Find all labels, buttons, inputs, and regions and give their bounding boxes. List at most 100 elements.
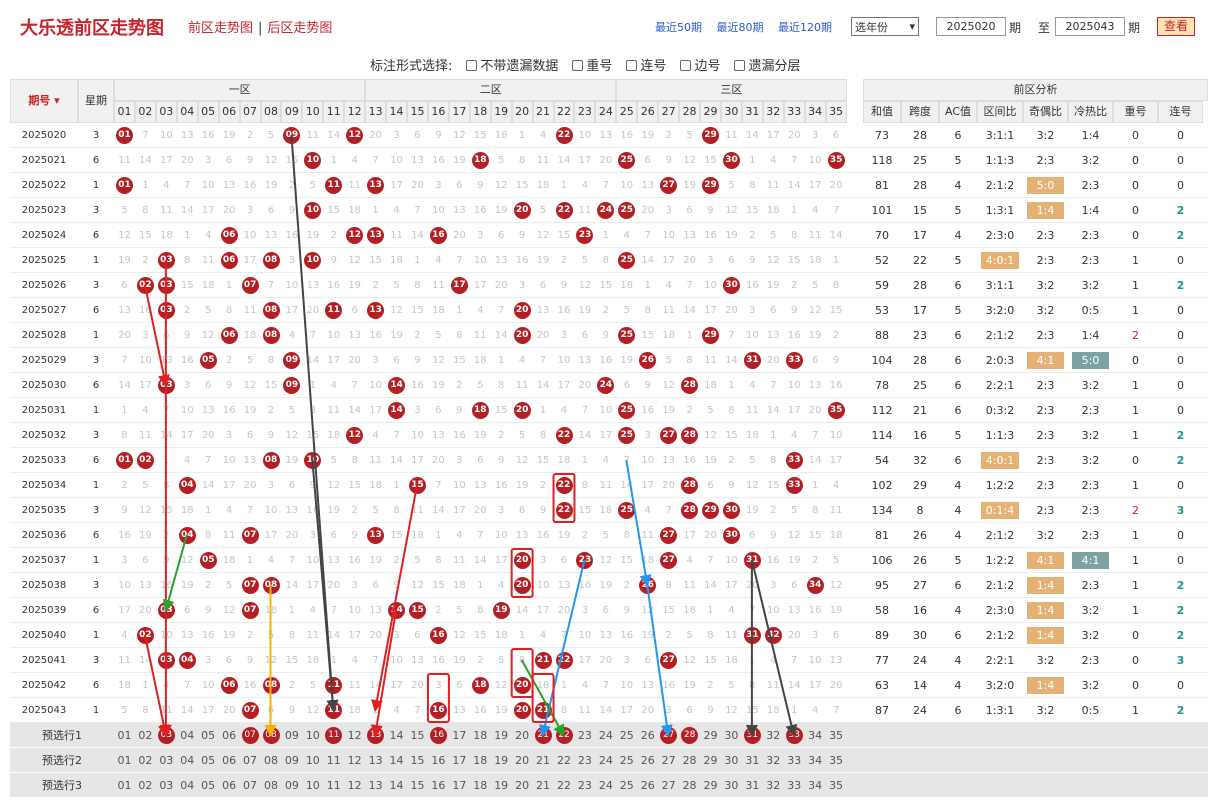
- preselect-ball[interactable]: 03: [157, 727, 175, 744]
- preselect-ball[interactable]: 21: [534, 727, 552, 744]
- preselect-number[interactable]: 12: [344, 723, 365, 748]
- preselect-number[interactable]: 07: [240, 773, 261, 798]
- preselect-number[interactable]: 06: [219, 773, 240, 798]
- preselect-ball[interactable]: 08: [262, 727, 280, 744]
- preselect-number[interactable]: 14: [386, 723, 407, 748]
- preselect-number[interactable]: 35: [826, 723, 847, 748]
- preselect-number[interactable]: 15: [407, 723, 428, 748]
- preselect-ball[interactable]: 27: [660, 727, 678, 744]
- preselect-number[interactable]: 15: [407, 773, 428, 798]
- preselect-number[interactable]: 01: [114, 748, 135, 773]
- preselect-number[interactable]: 10: [302, 773, 323, 798]
- preselect-number[interactable]: 23: [574, 748, 595, 773]
- preselect-number[interactable]: 35: [826, 748, 847, 773]
- preselect-number[interactable]: 33: [784, 773, 805, 798]
- preselect-number[interactable]: 29: [700, 723, 721, 748]
- preselect-number[interactable]: 19: [491, 723, 512, 748]
- preselect-number[interactable]: 07: [240, 748, 261, 773]
- preselect-number[interactable]: 21: [533, 748, 554, 773]
- preselect-number[interactable]: 03: [156, 773, 177, 798]
- preselect-number[interactable]: 10: [302, 748, 323, 773]
- option-repeat[interactable]: 重号: [572, 55, 612, 74]
- preselect-ball[interactable]: 22: [555, 727, 573, 744]
- preselect-number[interactable]: 30: [721, 723, 742, 748]
- preselect-number[interactable]: 20: [512, 773, 533, 798]
- preselect-number[interactable]: 05: [198, 723, 219, 748]
- preselect-number[interactable]: 29: [700, 748, 721, 773]
- preselect-number[interactable]: 31: [742, 773, 763, 798]
- preselect-number[interactable]: 30: [721, 773, 742, 798]
- preselect-number[interactable]: 06: [219, 723, 240, 748]
- preselect-number[interactable]: 09: [281, 773, 302, 798]
- preselect-number[interactable]: 06: [219, 748, 240, 773]
- preselect-number[interactable]: 32: [763, 773, 784, 798]
- preselect-number[interactable]: 32: [763, 723, 784, 748]
- preselect-number[interactable]: 09: [281, 748, 302, 773]
- preselect-number[interactable]: 16: [428, 748, 449, 773]
- preselect-number[interactable]: 30: [721, 748, 742, 773]
- preselect-number[interactable]: 25: [616, 773, 637, 798]
- preselect-number[interactable]: 25: [616, 748, 637, 773]
- preselect-number[interactable]: 24: [595, 748, 616, 773]
- preselect-number[interactable]: 18: [470, 773, 491, 798]
- preselect-number[interactable]: 25: [616, 723, 637, 748]
- front-zone-link[interactable]: 前区走势图: [188, 21, 253, 36]
- preselect-number[interactable]: 05: [198, 773, 219, 798]
- preselect-number[interactable]: 32: [763, 748, 784, 773]
- preselect-ball[interactable]: 13: [367, 727, 385, 744]
- preselect-number[interactable]: 11: [323, 773, 344, 798]
- period-header[interactable]: 期号 ▾: [10, 79, 78, 123]
- preselect-number[interactable]: 29: [700, 773, 721, 798]
- option-consecutive[interactable]: 连号: [626, 55, 666, 74]
- preselect-number[interactable]: 03: [156, 748, 177, 773]
- preselect-number[interactable]: 09: [281, 723, 302, 748]
- preselect-number[interactable]: 16: [428, 773, 449, 798]
- preselect-number[interactable]: 01: [114, 723, 135, 748]
- option-no-miss[interactable]: 不带遗漏数据: [466, 55, 558, 74]
- preselect-number[interactable]: 10: [302, 723, 323, 748]
- preselect-number[interactable]: 17: [449, 748, 470, 773]
- preselect-number[interactable]: 01: [114, 773, 135, 798]
- preselect-ball[interactable]: 16: [429, 727, 447, 744]
- preselect-number[interactable]: 15: [407, 748, 428, 773]
- preselect-number[interactable]: 14: [386, 773, 407, 798]
- last-80-link[interactable]: 最近80期: [717, 21, 764, 34]
- preselect-number[interactable]: 27: [658, 773, 679, 798]
- preselect-ball[interactable]: 33: [785, 727, 803, 744]
- preselect-number[interactable]: 18: [470, 723, 491, 748]
- preselect-number[interactable]: 17: [449, 773, 470, 798]
- option-miss-layer[interactable]: 遗漏分层: [734, 55, 800, 74]
- preselect-number[interactable]: 28: [679, 748, 700, 773]
- preselect-number[interactable]: 08: [261, 748, 282, 773]
- preselect-number[interactable]: 26: [637, 748, 658, 773]
- preselect-number[interactable]: 12: [344, 773, 365, 798]
- preselect-number[interactable]: 17: [449, 723, 470, 748]
- preselect-number[interactable]: 22: [554, 748, 575, 773]
- preselect-number[interactable]: 02: [135, 773, 156, 798]
- preselect-number[interactable]: 26: [637, 773, 658, 798]
- preselect-number[interactable]: 22: [554, 773, 575, 798]
- preselect-number[interactable]: 33: [784, 748, 805, 773]
- preselect-number[interactable]: 13: [365, 773, 386, 798]
- preselect-number[interactable]: 12: [344, 748, 365, 773]
- preselect-number[interactable]: 19: [491, 773, 512, 798]
- preselect-number[interactable]: 02: [135, 748, 156, 773]
- from-period-input[interactable]: 2025020: [936, 17, 1006, 36]
- preselect-number[interactable]: 34: [805, 723, 826, 748]
- preselect-number[interactable]: 14: [386, 748, 407, 773]
- year-select[interactable]: 选年份 ▾: [851, 17, 919, 36]
- preselect-number[interactable]: 20: [512, 748, 533, 773]
- preselect-number[interactable]: 35: [826, 773, 847, 798]
- preselect-number[interactable]: 34: [805, 748, 826, 773]
- preselect-number[interactable]: 26: [637, 723, 658, 748]
- preselect-number[interactable]: 11: [323, 748, 344, 773]
- preselect-number[interactable]: 28: [679, 773, 700, 798]
- preselect-number[interactable]: 05: [198, 748, 219, 773]
- preselect-ball[interactable]: 07: [241, 727, 259, 744]
- preselect-number[interactable]: 04: [177, 748, 198, 773]
- last-120-link[interactable]: 最近120期: [778, 21, 832, 34]
- preselect-number[interactable]: 24: [595, 773, 616, 798]
- preselect-number[interactable]: 13: [365, 748, 386, 773]
- preselect-ball[interactable]: 11: [325, 727, 343, 744]
- preselect-number[interactable]: 04: [177, 723, 198, 748]
